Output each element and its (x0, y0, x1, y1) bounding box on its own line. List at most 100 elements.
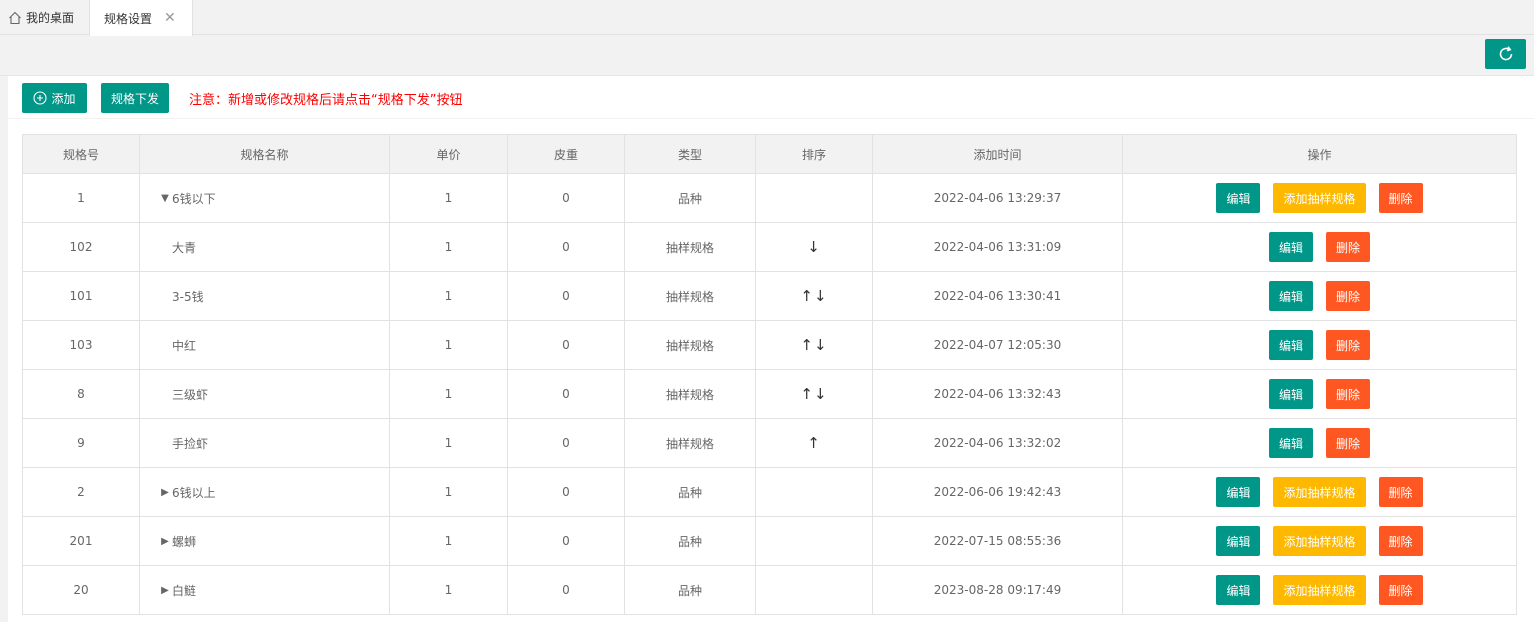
cell-name: 3-5钱 (139, 271, 390, 321)
tab-home[interactable]: 我的桌面 (0, 0, 88, 35)
delete-button[interactable]: 删除 (1378, 477, 1423, 507)
cell-price: 1 (389, 418, 508, 468)
delete-button[interactable]: 删除 (1378, 526, 1423, 556)
cell-actions: 编辑 删除 (1122, 222, 1517, 272)
delete-button[interactable]: 删除 (1326, 281, 1371, 311)
caret-right-icon[interactable]: ▶ (158, 536, 172, 547)
edit-button[interactable]: 编辑 (1216, 526, 1261, 556)
cell-name: 手捡虾 (139, 418, 390, 468)
edit-button[interactable]: 编辑 (1268, 232, 1313, 262)
cell-id: 2 (22, 467, 140, 517)
row-actions: 编辑 添加抽样规格 删除 (1123, 183, 1516, 213)
cell-time: 2022-04-07 12:05:30 (872, 320, 1123, 370)
tab-bar: 我的桌面 规格设置 ✕ (0, 0, 1534, 36)
sort-arrows[interactable]: ↑↓ (800, 287, 827, 305)
cell-price: 1 (389, 271, 508, 321)
delete-button[interactable]: 删除 (1326, 428, 1371, 458)
cell-time: 2022-04-06 13:31:09 (872, 222, 1123, 272)
cell-actions: 编辑 删除 (1122, 369, 1517, 419)
cell-name: ▶ 白鲢 (139, 565, 390, 615)
delete-button[interactable]: 删除 (1378, 575, 1423, 605)
caret-right-icon[interactable]: ▶ (158, 487, 172, 498)
cell-type: 抽样规格 (624, 369, 756, 419)
cell-actions: 编辑 添加抽样规格 删除 (1122, 467, 1517, 517)
cell-tare: 0 (507, 222, 625, 272)
sort-arrows[interactable]: ↑↓ (800, 336, 827, 354)
cell-time: 2023-08-28 09:17:49 (872, 565, 1123, 615)
caret-right-icon[interactable]: ▶ (158, 585, 172, 596)
cell-sort: ↑↓ (755, 369, 873, 419)
edit-button[interactable]: 编辑 (1268, 379, 1313, 409)
add-sample-spec-button[interactable]: 添加抽样规格 (1273, 526, 1366, 556)
cell-name: 三级虾 (139, 369, 390, 419)
cell-time: 2022-04-06 13:29:37 (872, 173, 1123, 223)
cell-time: 2022-06-06 19:42:43 (872, 467, 1123, 517)
add-sample-spec-button[interactable]: 添加抽样规格 (1273, 477, 1366, 507)
cell-price: 1 (389, 173, 508, 223)
cell-id: 102 (22, 222, 140, 272)
edit-button[interactable]: 编辑 (1268, 428, 1313, 458)
cell-tare: 0 (507, 467, 625, 517)
sort-arrows[interactable]: ↑ (807, 434, 821, 452)
cell-type: 品种 (624, 565, 756, 615)
col-header-time: 添加时间 (872, 134, 1123, 174)
add-sample-spec-button[interactable]: 添加抽样规格 (1273, 575, 1366, 605)
edit-button[interactable]: 编辑 (1216, 183, 1261, 213)
cell-sort (755, 467, 873, 517)
tab-spec-settings[interactable]: 规格设置 ✕ (89, 0, 193, 36)
cell-type: 抽样规格 (624, 271, 756, 321)
edit-button[interactable]: 编辑 (1216, 575, 1261, 605)
col-header-name: 规格名称 (139, 134, 390, 174)
divider (8, 118, 1534, 119)
cell-tare: 0 (507, 271, 625, 321)
name-text: 3-5钱 (172, 289, 204, 304)
cell-id: 103 (22, 320, 140, 370)
cell-tare: 0 (507, 565, 625, 615)
main-panel: 添加 规格下发 注意：新增或修改规格后请点击“规格下发”按钮 规格号 规格名称 … (8, 76, 1534, 622)
sort-arrows[interactable]: ↑↓ (800, 385, 827, 403)
name-text: 三级虾 (172, 387, 209, 402)
cell-time: 2022-04-06 13:32:02 (872, 418, 1123, 468)
name-text: 手捡虾 (172, 436, 209, 451)
add-sample-spec-button[interactable]: 添加抽样规格 (1273, 183, 1366, 213)
delete-button[interactable]: 删除 (1326, 379, 1371, 409)
cell-type: 抽样规格 (624, 320, 756, 370)
edit-button[interactable]: 编辑 (1216, 477, 1261, 507)
delete-button[interactable]: 删除 (1326, 330, 1371, 360)
refresh-button[interactable] (1485, 39, 1526, 69)
delete-button[interactable]: 删除 (1378, 183, 1423, 213)
plus-circle-icon (33, 91, 48, 105)
table-row: 201 ▶ 螺蛳 1 0 品种 2022-07-15 08:55:36 编辑 添加抽样规格 删除 (22, 516, 1517, 566)
cell-type: 抽样规格 (624, 222, 756, 272)
name-text: 中红 (172, 338, 197, 353)
close-icon[interactable]: ✕ (164, 10, 176, 26)
tool-strip (0, 36, 1534, 76)
cell-actions: 编辑 添加抽样规格 删除 (1122, 565, 1517, 615)
cell-type: 品种 (624, 467, 756, 517)
caret-down-icon[interactable]: ▼ (158, 193, 172, 204)
edit-button[interactable]: 编辑 (1268, 330, 1313, 360)
cell-tare: 0 (507, 320, 625, 370)
table-row: 9 手捡虾 1 0 抽样规格 ↑ 2022-04-06 13:32:02 编辑 删除 (22, 418, 1517, 468)
add-button-label: 添加 (51, 91, 76, 106)
add-button[interactable]: 添加 (22, 83, 87, 113)
cell-actions: 编辑 删除 (1122, 418, 1517, 468)
sort-arrows[interactable]: ↓ (807, 238, 821, 256)
table-row: 101 3-5钱 1 0 抽样规格 ↑↓ 2022-04-06 13:30:41 编辑 删除 (22, 271, 1517, 321)
table-row: 1 ▼ 6钱以下 1 0 品种 2022-04-06 13:29:37 编辑 添加抽样规格 删除 (22, 173, 1517, 223)
name-text: 白鲢 (172, 583, 197, 598)
spec-issue-button[interactable]: 规格下发 (101, 83, 169, 113)
cell-sort (755, 565, 873, 615)
cell-tare: 0 (507, 173, 625, 223)
table-row: 103 中红 1 0 抽样规格 ↑↓ 2022-04-07 12:05:30 编辑 删除 (22, 320, 1517, 370)
cell-name: 大青 (139, 222, 390, 272)
name-text: 6钱以上 (172, 485, 216, 500)
table-row: 20 ▶ 白鲢 1 0 品种 2023-08-28 09:17:49 编辑 添加抽样规格 删除 (22, 565, 1517, 615)
delete-button[interactable]: 删除 (1326, 232, 1371, 262)
row-actions: 编辑 删除 (1123, 379, 1516, 409)
cell-time: 2022-07-15 08:55:36 (872, 516, 1123, 566)
row-actions: 编辑 删除 (1123, 232, 1516, 262)
cell-sort: ↑↓ (755, 320, 873, 370)
cell-price: 1 (389, 516, 508, 566)
edit-button[interactable]: 编辑 (1268, 281, 1313, 311)
